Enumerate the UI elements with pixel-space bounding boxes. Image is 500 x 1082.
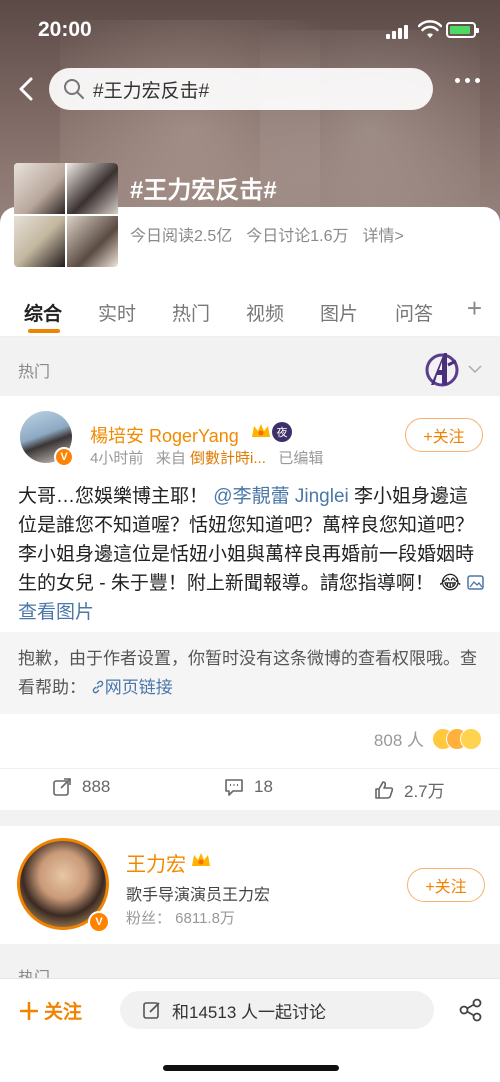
comment-button[interactable]: 18 [224, 777, 273, 797]
view-images-label: 查看图片 [18, 602, 95, 623]
search-bar[interactable]: #王力宏反击# [49, 68, 433, 110]
discuss-input[interactable]: 和14513 人一起讨论 [120, 991, 434, 1029]
read-count: 今日阅读2.5亿 [130, 228, 233, 245]
post-actions: 888 18 2.7万 [0, 768, 500, 808]
edit-icon [143, 1002, 160, 1019]
post-text: 大哥…您娛樂博主耶！ @李靚蕾 Jinglei 李小姐身邊這位是誰您不知道喔？恬… [18, 482, 484, 627]
topic-stats: 今日阅读2.5亿 今日讨论1.6万 详情> [130, 222, 404, 246]
weibo-post: V 楊培安 RogerYang 夜 4小时前 来自 倒數計時i... 已编辑 +… [0, 396, 500, 810]
author-name[interactable]: 楊培安 RogerYang [90, 422, 239, 448]
add-tab-icon[interactable]: + [467, 293, 482, 324]
user-card[interactable]: V 王力宏 歌手导演演员王力宏 粉丝： 6811.8万 +关注 [0, 826, 500, 944]
chevron-down-icon[interactable] [468, 362, 482, 376]
post-text-part: 大哥…您娛樂博主耶！ [18, 486, 209, 507]
section-header-hot-2: 热门 [0, 944, 500, 987]
tab-qa[interactable]: 问答 [395, 299, 433, 326]
crown-badge-icon [252, 424, 270, 437]
discuss-count: 今日讨论1.6万 [246, 228, 349, 245]
tab-realtime[interactable]: 实时 [98, 299, 136, 326]
follow-topic-button[interactable]: 关注 [20, 997, 82, 1024]
likes-count: 808 人 [373, 731, 424, 750]
back-arrow-icon[interactable] [12, 74, 42, 104]
post-meta: 4小时前 来自 倒數計時i... 已编辑 [90, 447, 323, 468]
member-night-badge-icon: 夜 [272, 422, 292, 442]
help-link-label: 网页链接 [104, 678, 173, 697]
image-icon [466, 575, 484, 590]
post-from: 来自 [155, 450, 186, 467]
repost-icon [53, 778, 71, 796]
like-button[interactable]: 2.7万 [374, 777, 445, 802]
tab-pictures[interactable]: 图片 [320, 299, 358, 326]
repost-count: 888 [82, 777, 111, 796]
like-count: 2.7万 [404, 782, 445, 801]
cellular-signal-icon [386, 25, 408, 39]
comment-icon [225, 779, 243, 796]
topic-title: #王力宏反击# [130, 177, 277, 204]
follow-user-button[interactable]: +关注 [407, 868, 485, 902]
post-time: 4小时前 [90, 450, 144, 467]
status-bar: 20:00 [0, 0, 500, 60]
active-tab-indicator [28, 329, 60, 333]
laugh-emoji-icon: 😂 [439, 573, 462, 594]
mention-link[interactable]: @李靚蕾 Jinglei [213, 486, 348, 507]
section-label: 热门 [18, 364, 51, 381]
follow-button[interactable]: +关注 [405, 418, 483, 452]
plus-icon [20, 1001, 38, 1020]
tab-video[interactable]: 视频 [246, 299, 284, 326]
discuss-placeholder: 和14513 人一起讨论 [172, 1002, 326, 1022]
home-indicator [163, 1065, 339, 1071]
topic-cover-image[interactable] [14, 163, 118, 267]
search-icon [64, 79, 84, 99]
verified-badge-icon: V [88, 911, 110, 933]
verified-badge-icon: V [54, 447, 74, 467]
thumbs-up-icon [375, 780, 394, 799]
status-time: 20:00 [38, 18, 92, 41]
tab-bar: 综合 实时 热门 视频 图片 问答 + [0, 283, 500, 337]
search-query: #王力宏反击# [93, 80, 210, 102]
tab-comprehensive[interactable]: 综合 [24, 299, 62, 326]
user-followers: 粉丝： 6811.8万 [126, 910, 235, 927]
notice-text: 抱歉，由于作者设置，你暂时没有这条微博的查看权限哦。查看帮助： [18, 649, 477, 697]
wifi-icon [418, 20, 442, 38]
reaction-emojis-icon [432, 727, 482, 750]
post-source[interactable]: 倒數計時i... [190, 450, 266, 467]
crown-badge-icon [192, 853, 210, 866]
avengers-logo-icon [425, 353, 459, 387]
follow-topic-label: 关注 [44, 1002, 83, 1023]
tab-hot[interactable]: 热门 [172, 299, 210, 326]
detail-link[interactable]: 详情> [363, 222, 404, 246]
link-icon [92, 680, 103, 694]
comment-count: 18 [254, 777, 273, 796]
help-web-link[interactable]: 网页链接 [91, 678, 173, 697]
post-edited: 已编辑 [278, 450, 324, 467]
like-summary[interactable]: 808 人 [374, 726, 482, 751]
share-icon[interactable] [458, 997, 484, 1023]
restricted-notice: 抱歉，由于作者设置，你暂时没有这条微博的查看权限哦。查看帮助： 网页链接 [0, 632, 500, 714]
battery-icon [446, 22, 479, 38]
more-options-icon[interactable] [455, 78, 480, 83]
repost-button[interactable]: 888 [52, 777, 110, 797]
user-name[interactable]: 王力宏 [126, 848, 186, 877]
bottom-bar: 关注 和14513 人一起讨论 [0, 978, 500, 1082]
user-description: 歌手导演演员王力宏 [126, 887, 271, 904]
top-nav: #王力宏反击# [0, 66, 500, 112]
